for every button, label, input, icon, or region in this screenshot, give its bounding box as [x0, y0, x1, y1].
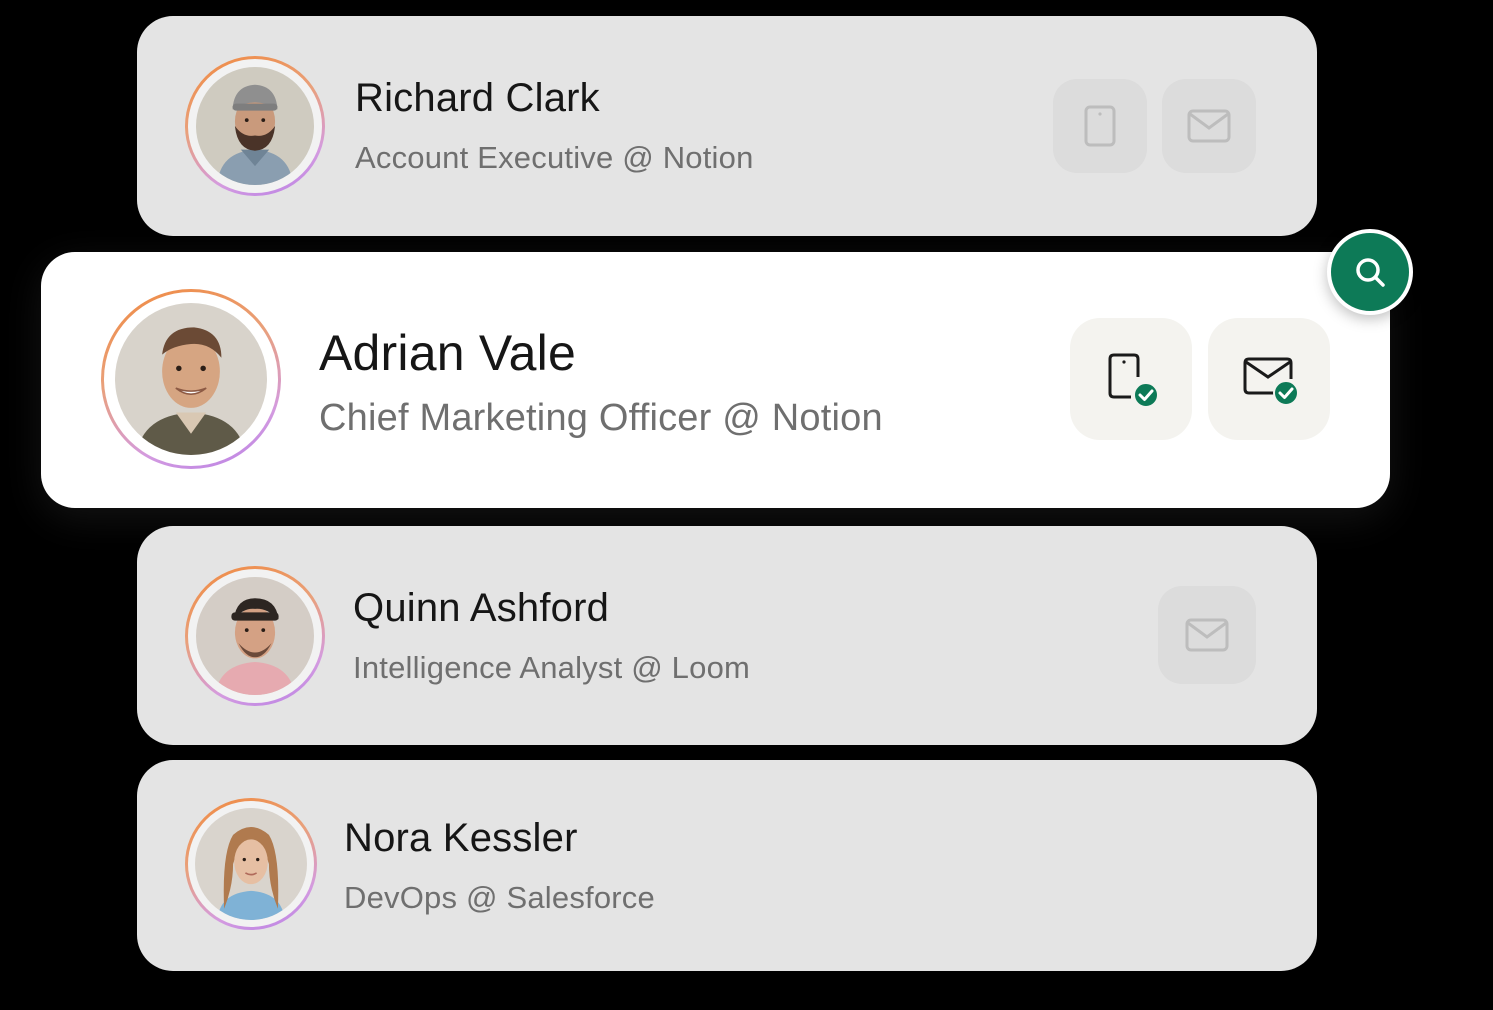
contact-name: Quinn Ashford [353, 586, 610, 630]
contact-card-adrian-vale[interactable]: Adrian Vale Chief Marketing Officer @ No… [41, 252, 1390, 508]
check-badge-icon [1133, 382, 1159, 408]
contact-role: Chief Marketing Officer @ Notion [319, 397, 883, 439]
contact-role: Account Executive @ Notion [355, 140, 754, 175]
phone-verified-button[interactable] [1070, 318, 1192, 440]
contact-name: Richard Clark [355, 76, 600, 120]
search-icon [1356, 258, 1385, 287]
avatar [185, 566, 325, 706]
check-badge-icon [1273, 380, 1299, 406]
avatar [185, 56, 325, 196]
avatar [101, 289, 281, 469]
phone-verified-icon [1108, 353, 1159, 408]
avatar-photo-nora [195, 808, 307, 920]
mail-icon [1185, 618, 1229, 652]
mail-verified-icon [1243, 357, 1299, 406]
avatar-photo-quinn [196, 577, 314, 695]
contact-card-richard-clark[interactable]: Richard Clark Account Executive @ Notion [137, 16, 1317, 236]
search-button[interactable] [1327, 229, 1413, 315]
contact-card-nora-kessler[interactable]: Nora Kessler DevOps @ Salesforce [137, 760, 1317, 971]
phone-button[interactable] [1053, 79, 1147, 173]
contact-name: Adrian Vale [319, 325, 576, 381]
avatar [185, 798, 317, 930]
contact-name: Nora Kessler [344, 816, 578, 860]
contact-role: Intelligence Analyst @ Loom [353, 650, 751, 685]
email-button[interactable] [1162, 79, 1256, 173]
email-verified-button[interactable] [1208, 318, 1330, 440]
phone-icon [1084, 105, 1116, 147]
mail-icon [1187, 109, 1231, 143]
email-button[interactable] [1158, 586, 1256, 684]
avatar-photo-adrian [115, 303, 267, 455]
contact-card-quinn-ashford[interactable]: Quinn Ashford Intelligence Analyst @ Loo… [137, 526, 1317, 745]
contact-role: DevOps @ Salesforce [344, 880, 655, 915]
avatar-photo-richard [196, 67, 314, 185]
